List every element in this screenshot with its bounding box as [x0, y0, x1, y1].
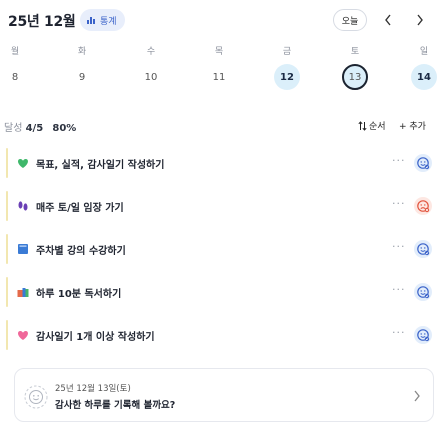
stats-button[interactable]: 통계: [80, 9, 125, 31]
today-button[interactable]: 오늘: [333, 9, 367, 31]
chevron-left-icon: [385, 14, 391, 26]
task-item[interactable]: 하루 10분 독서하기 ···: [6, 273, 438, 311]
book-icon: [18, 244, 28, 254]
task-status-button[interactable]: [414, 154, 432, 172]
weekday-label: 화: [77, 47, 87, 57]
next-week-button[interactable]: [412, 11, 428, 29]
more-options-icon[interactable]: ···: [392, 326, 406, 339]
day-cell[interactable]: 8: [2, 64, 28, 90]
books-icon: [17, 288, 29, 297]
task-color-bar: [6, 277, 8, 307]
progress-percent: 80%: [52, 123, 77, 134]
more-options-icon[interactable]: ···: [392, 197, 406, 210]
weekday-label: 토: [350, 47, 360, 57]
add-task-button[interactable]: + 추가: [399, 119, 426, 132]
smile-check-icon: [417, 243, 430, 256]
task-label: 주차별 강의 수강하기: [36, 246, 126, 257]
reorder-label: 순서: [369, 122, 386, 132]
journal-date: 25년 12월 13일(토): [55, 384, 131, 394]
task-label: 감사일기 1개 이상 작성하기: [36, 332, 155, 343]
day-cell[interactable]: 11: [206, 64, 232, 90]
calendar-header: 25년 12월 통계 오늘: [0, 0, 441, 40]
stats-label: 통계: [100, 16, 117, 27]
day-cell[interactable]: 14: [411, 64, 437, 90]
task-item[interactable]: 목표, 실적, 감사일기 작성하기 ···: [6, 144, 438, 182]
task-status-button[interactable]: [414, 283, 432, 301]
day-cell[interactable]: 9: [69, 64, 95, 90]
bar-chart-icon: [87, 17, 95, 24]
task-label: 매주 토/일 임장 가기: [36, 203, 124, 214]
weekday-label: 일: [419, 47, 429, 57]
smile-check-icon: [417, 286, 430, 299]
task-item[interactable]: 매주 토/일 임장 가기 ···: [6, 187, 438, 225]
progress-count: 4/5: [25, 123, 44, 134]
footprints-icon: [18, 201, 28, 211]
weekday-row: 월 화 수 목 금 토 일: [0, 44, 441, 60]
month-title: 25년 12월: [8, 14, 76, 30]
green-heart-icon: [18, 158, 28, 168]
day-cell[interactable]: 10: [138, 64, 164, 90]
weekday-label: 목: [214, 47, 224, 57]
day-cell[interactable]: 13: [342, 64, 368, 90]
more-options-icon[interactable]: ···: [392, 240, 406, 253]
task-item[interactable]: 주차별 강의 수강하기 ···: [6, 230, 438, 268]
chevron-right-icon: [414, 390, 420, 402]
prev-week-button[interactable]: [380, 11, 396, 29]
task-color-bar: [6, 234, 8, 264]
more-options-icon[interactable]: ···: [392, 154, 406, 167]
gratitude-journal-card[interactable]: 25년 12월 13일(토) 감사한 하루를 기록해 볼까요?: [14, 368, 434, 422]
weekday-label: 금: [282, 47, 292, 57]
task-color-bar: [6, 148, 8, 178]
task-item[interactable]: 감사일기 1개 이상 작성하기 ···: [6, 316, 438, 354]
task-status-button[interactable]: [414, 326, 432, 344]
weekday-label: 수: [146, 47, 156, 57]
progress-label: 달성: [4, 123, 23, 134]
weekday-label: 월: [10, 47, 20, 57]
chevron-right-icon: [417, 14, 423, 26]
task-color-bar: [6, 320, 8, 350]
progress-row: 달성 4/5 80% 순서 + 추가: [0, 116, 441, 136]
task-label: 목표, 실적, 감사일기 작성하기: [36, 160, 165, 171]
task-color-bar: [6, 191, 8, 221]
smile-check-icon: [417, 157, 430, 170]
smile-check-icon: [417, 329, 430, 342]
more-options-icon[interactable]: ···: [392, 283, 406, 296]
reorder-button[interactable]: 순서: [358, 119, 386, 132]
task-status-button[interactable]: [414, 240, 432, 258]
pink-heart-icon: [18, 330, 28, 340]
task-label: 하루 10분 독서하기: [36, 289, 122, 300]
sort-arrows-icon: [358, 120, 367, 131]
journal-prompt: 감사한 하루를 기록해 볼까요?: [55, 400, 176, 411]
day-cell[interactable]: 12: [274, 64, 300, 90]
sad-x-icon: [417, 200, 430, 213]
dashed-smile-icon: [24, 385, 48, 409]
task-status-button[interactable]: [414, 197, 432, 215]
week-days-row: 8 9 10 11 12 13 14: [0, 64, 441, 96]
progress-summary: 달성 4/5 80%: [4, 119, 76, 134]
